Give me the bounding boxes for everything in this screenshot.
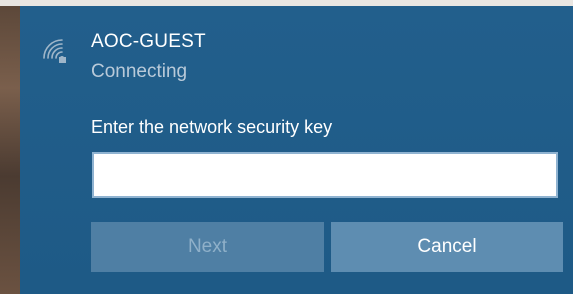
network-panel: AOC-GUEST Connecting Enter the network s… [20,6,573,294]
security-key-input[interactable] [92,152,558,198]
desktop-background [0,0,20,294]
network-name: AOC-GUEST [91,31,206,52]
wifi-secured-icon [43,39,66,63]
next-button[interactable]: Next [91,222,324,272]
cancel-button[interactable]: Cancel [331,222,563,272]
security-key-label: Enter the network security key [91,117,333,137]
connection-status: Connecting [91,61,188,82]
wifi-connect-flyout: AOC-GUEST Connecting Enter the network s… [0,0,573,294]
